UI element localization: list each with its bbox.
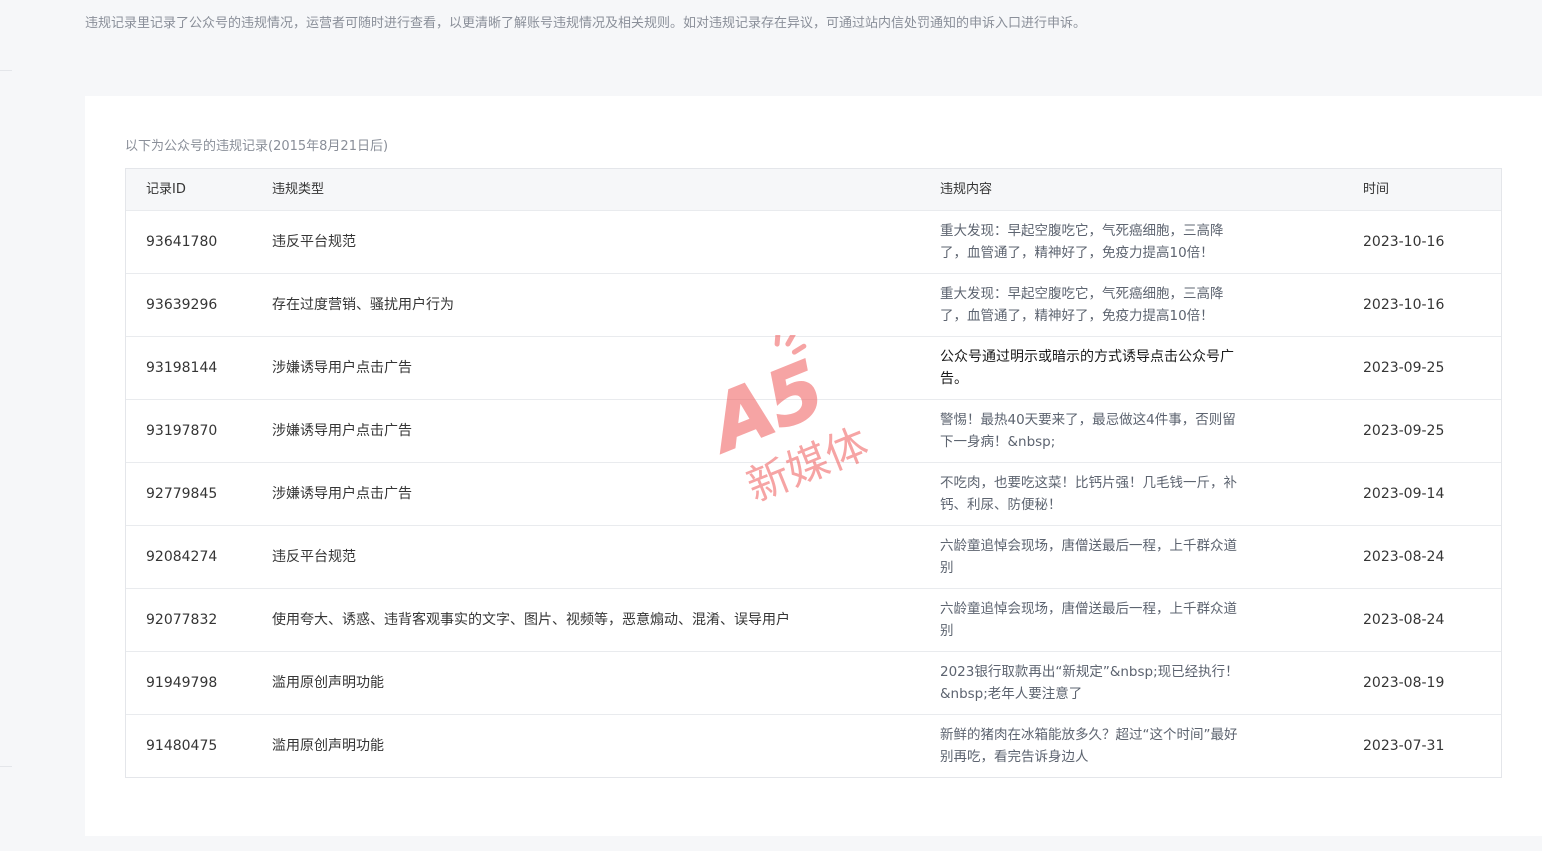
table-caption: 以下为公众号的违规记录(2015年8月21日后) — [125, 139, 389, 154]
violation-content: 重大发现：早起空腹吃它，气死癌细胞，三高降了，血管通了，精神好了，免疫力提高10… — [940, 286, 1224, 324]
table-row: 91949798 滥用原创声明功能 2023银行取款再出“新规定”&nbsp;现… — [126, 651, 1501, 714]
table-row: 92084274 违反平台规范 六龄童追悼会现场，唐僧送最后一程，上千群众道别 … — [126, 525, 1501, 588]
violation-type: 涉嫌诱导用户点击广告 — [272, 486, 412, 502]
table-row: 91480475 滥用原创声明功能 新鲜的猪肉在冰箱能放多久？超过“这个时间”最… — [126, 714, 1501, 777]
violation-type: 涉嫌诱导用户点击广告 — [272, 423, 412, 439]
violation-time: 2023-08-24 — [1363, 549, 1445, 565]
violation-type: 违反平台规范 — [272, 234, 356, 250]
violation-time: 2023-10-16 — [1363, 234, 1445, 250]
left-divider-bottom — [0, 766, 12, 767]
violation-time: 2023-08-19 — [1363, 675, 1445, 691]
violation-type: 滥用原创声明功能 — [272, 675, 384, 691]
violation-type: 涉嫌诱导用户点击广告 — [272, 360, 412, 376]
violation-notice: 违规记录里记录了公众号的违规情况，运营者可随时进行查看，以更清晰了解账号违规情况… — [85, 16, 1087, 31]
header-type: 违规类型 — [272, 181, 325, 197]
violation-time: 2023-07-31 — [1363, 738, 1445, 754]
violation-content: 不吃肉，也要吃这菜！比钙片强！几毛钱一斤，补钙、利尿、防便秘！ — [940, 475, 1237, 513]
header-id: 记录ID — [146, 181, 186, 197]
table-row: 92779845 涉嫌诱导用户点击广告 不吃肉，也要吃这菜！比钙片强！几毛钱一斤… — [126, 462, 1501, 525]
left-divider-top — [0, 70, 12, 71]
record-id: 92077832 — [146, 612, 218, 628]
violation-time: 2023-09-25 — [1363, 360, 1445, 376]
record-id: 92084274 — [146, 549, 218, 565]
violation-content: 六龄童追悼会现场，唐僧送最后一程，上千群众道别 — [940, 601, 1237, 639]
record-id: 93198144 — [146, 360, 218, 376]
record-id: 93197870 — [146, 423, 218, 439]
table-row: 93639296 存在过度营销、骚扰用户行为 重大发现：早起空腹吃它，气死癌细胞… — [126, 273, 1501, 336]
violation-type: 违反平台规范 — [272, 549, 356, 565]
violation-time: 2023-09-14 — [1363, 486, 1445, 502]
violation-table: 记录ID 违规类型 违规内容 时间 93641780 违反平台规范 重大发现：早… — [125, 168, 1502, 778]
violation-content: 六龄童追悼会现场，唐僧送最后一程，上千群众道别 — [940, 538, 1237, 576]
table-row: 93641780 违反平台规范 重大发现：早起空腹吃它，气死癌细胞，三高降了，血… — [126, 210, 1501, 273]
table-row: 92077832 使用夸大、诱惑、违背客观事实的文字、图片、视频等，恶意煽动、混… — [126, 588, 1501, 651]
violation-content: 公众号通过明示或暗示的方式诱导点击公众号广告。 — [940, 349, 1234, 387]
record-id: 92779845 — [146, 486, 218, 502]
violation-card: 以下为公众号的违规记录(2015年8月21日后) 记录ID 违规类型 违规内容 … — [85, 96, 1542, 836]
record-id: 91480475 — [146, 738, 218, 754]
table-row: 93198144 涉嫌诱导用户点击广告 公众号通过明示或暗示的方式诱导点击公众号… — [126, 336, 1501, 399]
record-id: 93639296 — [146, 297, 218, 313]
record-id: 91949798 — [146, 675, 218, 691]
violation-content: 新鲜的猪肉在冰箱能放多久？超过“这个时间”最好别再吃，看完告诉身边人 — [940, 727, 1238, 765]
table-header-row: 记录ID 违规类型 违规内容 时间 — [126, 169, 1501, 210]
violation-type: 存在过度营销、骚扰用户行为 — [272, 297, 454, 313]
violation-type: 使用夸大、诱惑、违背客观事实的文字、图片、视频等，恶意煽动、混淆、误导用户 — [272, 612, 790, 628]
violation-content: 警惕！最热40天要来了，最忌做这4件事，否则留下一身病！&nbsp; — [940, 412, 1236, 450]
violation-time: 2023-09-25 — [1363, 423, 1445, 439]
record-id: 93641780 — [146, 234, 218, 250]
violation-type: 滥用原创声明功能 — [272, 738, 384, 754]
violation-content: 重大发现：早起空腹吃它，气死癌细胞，三高降了，血管通了，精神好了，免疫力提高10… — [940, 223, 1224, 261]
violation-time: 2023-10-16 — [1363, 297, 1445, 313]
violation-content: 2023银行取款再出“新规定”&nbsp;现已经执行！&nbsp;老年人要注意了 — [940, 664, 1239, 702]
table-row: 93197870 涉嫌诱导用户点击广告 警惕！最热40天要来了，最忌做这4件事，… — [126, 399, 1501, 462]
header-content: 违规内容 — [940, 181, 993, 197]
violation-time: 2023-08-24 — [1363, 612, 1445, 628]
header-time: 时间 — [1363, 181, 1390, 197]
